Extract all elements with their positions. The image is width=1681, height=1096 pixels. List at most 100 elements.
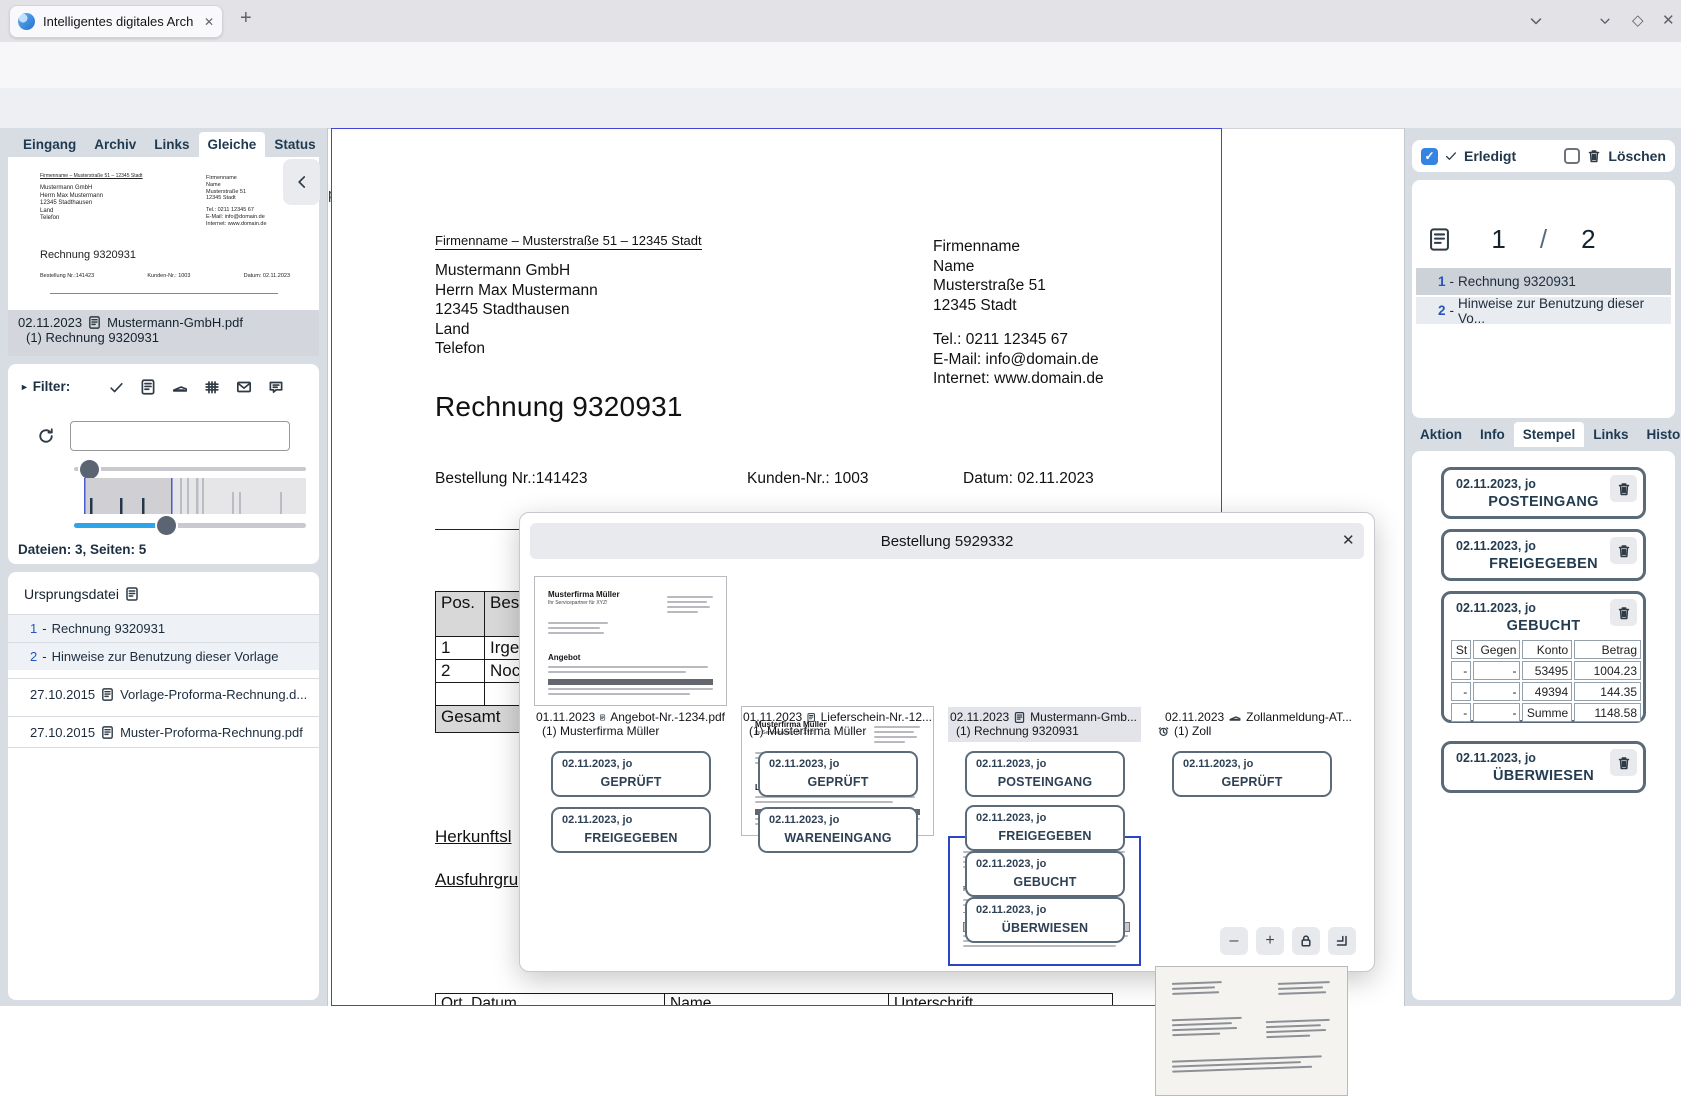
preview-recipient: Mustermann GmbHHerrn Max Mustermann 1234…: [40, 185, 103, 223]
preview-text-lines: [1172, 978, 1223, 998]
tab-gleiche[interactable]: Gleiche: [199, 132, 266, 157]
file-date: 27.10.2015: [30, 725, 95, 740]
modal-lock-button[interactable]: [1292, 927, 1320, 955]
tab-aktion[interactable]: Aktion: [1411, 422, 1471, 447]
geb-header: Betrag: [1574, 640, 1641, 659]
origin-file-row-1[interactable]: 27.10.2015 Vorlage-Proforma-Rechnung.d..…: [8, 678, 319, 710]
file-list-item-selected[interactable]: 02.11.2023 Mustermann-GmbH.pdf (1) Rechn…: [8, 310, 319, 356]
doc-caption[interactable]: 01.11.2023 Angebot-Nr.-1234.pdf (1) Must…: [534, 707, 727, 742]
doc-date: 02.11.2023: [950, 710, 1009, 724]
document-icon: [1013, 711, 1026, 724]
text-line: [548, 693, 690, 695]
tab-stempel[interactable]: Stempel: [1514, 422, 1585, 447]
doc-caption[interactable]: 01.11.2023 Lieferschein-Nr.-12... (1) Mu…: [741, 707, 934, 742]
pager-total: 2: [1581, 224, 1595, 255]
linked-doc-thumbnail[interactable]: Musterfirma Müller Ihr Servicepartner fü…: [534, 576, 727, 706]
status-bar: ✓ Erledigt Löschen: [1412, 140, 1675, 172]
stamp-freigegeben[interactable]: 02.11.2023, jo FREIGEGEBEN: [1441, 529, 1646, 581]
browser-tab[interactable]: Intelligentes digitales Arch ✕: [9, 5, 223, 38]
text-line: [667, 601, 707, 603]
origin-page-row-2[interactable]: 2 - Hinweise zur Benutzung dieser Vorlag…: [8, 642, 319, 670]
document-icon: [124, 586, 140, 602]
preview-sender: FirmennameName Musterstraße 5112345 Stad…: [206, 175, 267, 228]
filter-refresh-icon[interactable]: [36, 426, 56, 446]
modal-dock-button[interactable]: [1328, 927, 1356, 955]
text-line: [963, 945, 1116, 947]
pager-current: 1: [1491, 224, 1505, 255]
filter-check-icon[interactable]: [108, 379, 125, 396]
filter-scanner-icon[interactable]: [171, 378, 189, 396]
tab-eingang[interactable]: Eingang: [14, 132, 85, 157]
tab-info[interactable]: Info: [1471, 422, 1514, 447]
filter-mail-icon[interactable]: [235, 378, 253, 396]
stamp-chip[interactable]: 02.11.2023, jo POSTEINGANG: [965, 751, 1125, 797]
scanner-icon: [1228, 710, 1242, 724]
stamp-chip[interactable]: 02.11.2023, jo GEPRÜFT: [758, 751, 918, 797]
text-line: [548, 627, 600, 629]
doc-caption[interactable]: 02.11.2023 Zollanmeldung-AT... (1) Zoll: [1155, 707, 1355, 742]
stamp-meta: 02.11.2023, jo: [769, 758, 839, 770]
origin-title: Ursprungsdatei: [24, 586, 119, 602]
separator: -: [42, 621, 46, 636]
tab-links[interactable]: Links: [145, 132, 198, 157]
document-icon: [806, 711, 816, 724]
stamp-chip[interactable]: 02.11.2023, jo FREIGEGEBEN: [551, 807, 711, 853]
stamp-chip[interactable]: 02.11.2023, jo FREIGEGEBEN: [965, 805, 1125, 851]
filter-comment-icon[interactable]: [267, 378, 285, 396]
left-sidebar: Eingang Archiv Links Gleiche Status Firm…: [0, 128, 328, 1006]
filter-text-input[interactable]: [70, 421, 290, 451]
linked-doc-thumbnail[interactable]: [1155, 966, 1348, 1096]
slider-handle-right[interactable]: [157, 516, 176, 535]
stamp-chip[interactable]: 02.11.2023, jo GEBUCHT: [965, 851, 1125, 897]
doc-date: 01.11.2023: [743, 710, 802, 724]
tab-list-chevron-icon[interactable]: [1528, 13, 1544, 29]
tab-historie[interactable]: Historie: [1638, 422, 1681, 447]
cell: 2: [436, 660, 485, 683]
modal-zoom-in-button[interactable]: +: [1256, 927, 1284, 955]
window-maximize-icon[interactable]: ◇: [1632, 13, 1644, 28]
window-minimize-icon[interactable]: [1598, 14, 1612, 28]
geb-cell: -: [1473, 661, 1520, 680]
collapse-panel-button[interactable]: [283, 159, 320, 205]
doc-caption-selected[interactable]: 02.11.2023 Mustermann-Gmb... (1) Rechnun…: [948, 707, 1141, 742]
dialog-close-icon[interactable]: ✕: [1342, 531, 1355, 549]
modal-zoom-out-button[interactable]: –: [1220, 927, 1248, 955]
stamp-ueberwiesen[interactable]: 02.11.2023, jo ÜBERWIESEN: [1441, 741, 1646, 793]
preview-text-lines: [548, 619, 608, 637]
doc-date: 02.11.2023: [1165, 710, 1224, 724]
origin-page-row-1[interactable]: 1 - Rechnung 9320931: [8, 614, 319, 642]
range-slider-top[interactable]: [74, 467, 306, 471]
stamp-chip[interactable]: 02.11.2023, jo WARENEINGANG: [758, 807, 918, 853]
preview-text-lines: [1278, 978, 1331, 998]
tab-archiv[interactable]: Archiv: [85, 132, 145, 157]
stamp-label: FREIGEGEBEN: [1444, 556, 1643, 572]
tab-status[interactable]: Status: [265, 132, 324, 157]
window-close-icon[interactable]: ✕: [1662, 13, 1675, 28]
stamp-meta: 02.11.2023, jo: [562, 814, 632, 826]
close-tab-icon[interactable]: ✕: [204, 16, 214, 28]
text-line: [667, 596, 713, 598]
right-sidebar: ✓ Erledigt Löschen 1 / 2 1 - Rechnung 93…: [1404, 128, 1681, 1006]
stamp-chip[interactable]: 02.11.2023, jo ÜBERWIESEN: [965, 897, 1125, 943]
filter-document-icon[interactable]: [139, 378, 157, 396]
doc-name: Angebot-Nr.-1234.pdf: [610, 710, 725, 724]
geb-header: Gegen: [1473, 640, 1520, 659]
stamp-chip[interactable]: 02.11.2023, jo GEPRÜFT: [1172, 751, 1332, 797]
page-row-selected[interactable]: 1 - Rechnung 9320931: [1416, 268, 1671, 295]
done-checkbox[interactable]: ✓: [1421, 148, 1438, 165]
dialog-header[interactable]: Bestellung 5929332: [530, 523, 1364, 559]
text-line: [548, 622, 608, 624]
stamp-chip[interactable]: 02.11.2023, jo GEPRÜFT: [551, 751, 711, 797]
filter-expand-arrow[interactable]: ►: [20, 382, 29, 392]
filter-grid-icon[interactable]: [203, 378, 221, 396]
stamp-gebucht[interactable]: 02.11.2023, jo GEBUCHT St Gegen Konto Be…: [1441, 591, 1646, 723]
page-row[interactable]: 2 - Hinweise zur Benutzung dieser Vo...: [1416, 297, 1671, 324]
delete-checkbox[interactable]: [1564, 148, 1580, 164]
tab-links[interactable]: Links: [1584, 422, 1637, 447]
new-tab-button[interactable]: +: [240, 8, 252, 28]
slider-handle-left[interactable]: [80, 460, 99, 479]
text-line: [1172, 1033, 1220, 1037]
document-preview-thumbnail[interactable]: Firmenname – Musterstraße 51 – 12345 Sta…: [8, 157, 319, 310]
stamp-posteingang[interactable]: 02.11.2023, jo POSTEINGANG: [1441, 467, 1646, 519]
origin-file-row-2[interactable]: 27.10.2015 Muster-Proforma-Rechnung.pdf: [8, 716, 319, 748]
